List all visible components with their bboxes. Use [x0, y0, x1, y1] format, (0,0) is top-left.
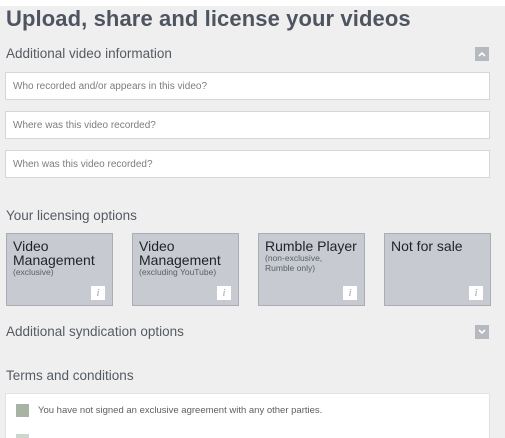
license-option-not-for-sale[interactable]: Not for sale i [384, 233, 491, 306]
page-title: Upload, share and license your videos [6, 6, 411, 31]
date-field[interactable] [5, 150, 490, 178]
checkbox[interactable] [16, 434, 29, 438]
chevron-up-icon[interactable] [475, 47, 489, 61]
license-option-title: Rumble Player [265, 238, 357, 254]
checkbox[interactable] [16, 404, 29, 417]
license-option-subtitle: (excluding YouTube) [139, 267, 217, 277]
license-option-subtitle: (exclusive) [13, 267, 54, 277]
license-option-video-management-excluding-youtube[interactable]: Video Management (excluding YouTube) i [132, 233, 239, 306]
info-icon[interactable]: i [469, 286, 483, 300]
chevron-down-icon[interactable] [475, 325, 489, 339]
info-icon[interactable]: i [91, 286, 105, 300]
recorded-by-field[interactable] [5, 72, 490, 100]
additional-info-title: Additional video information [6, 46, 172, 61]
info-icon[interactable]: i [217, 286, 231, 300]
licensing-title: Your licensing options [6, 208, 137, 223]
license-option-video-management-exclusive[interactable]: Video Management (exclusive) i [6, 233, 113, 306]
terms-item-label: You have not signed an exclusive agreeme… [38, 405, 323, 416]
license-option-rumble-player[interactable]: Rumble Player (non-exclusive, Rumble onl… [258, 233, 365, 306]
syndication-title: Additional syndication options [6, 324, 184, 339]
license-option-title: Not for sale [391, 238, 463, 254]
terms-item[interactable] [16, 434, 38, 438]
terms-list: You have not signed an exclusive agreeme… [5, 393, 490, 438]
license-option-title: Video Management [139, 238, 221, 268]
terms-item[interactable]: You have not signed an exclusive agreeme… [16, 404, 322, 417]
license-option-subtitle: (non-exclusive, Rumble only) [265, 253, 323, 273]
license-option-title: Video Management [13, 238, 95, 268]
terms-title: Terms and conditions [6, 368, 134, 383]
location-field[interactable] [5, 111, 490, 139]
info-icon[interactable]: i [343, 286, 357, 300]
